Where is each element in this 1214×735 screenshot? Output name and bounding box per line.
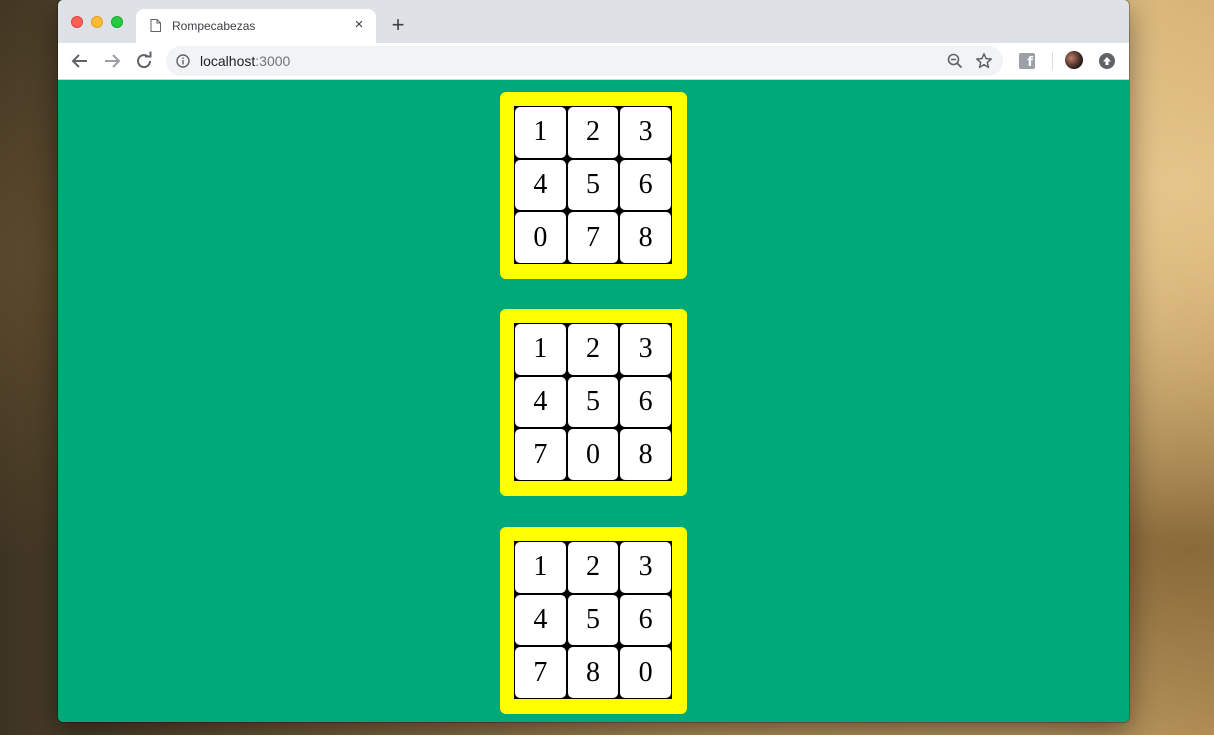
puzzle-tile[interactable]: 7 [515,647,566,698]
facebook-icon[interactable]: f [1019,53,1035,70]
browser-window: Rompecabezas × + localhost:3000 f 1 2 3 … [58,0,1129,722]
puzzle-tile[interactable]: 1 [515,542,566,593]
url-host: localhost [200,53,256,69]
minimize-window-button[interactable] [91,16,103,28]
back-arrow-icon[interactable] [68,49,92,73]
reload-icon[interactable] [132,49,156,73]
puzzle-tile[interactable]: 8 [620,429,671,480]
page-icon [150,19,161,32]
puzzle-board-3: 1 2 3 4 5 6 7 8 0 [500,527,687,714]
address-bar[interactable]: localhost:3000 [166,46,1003,76]
toolbar-divider [1052,52,1053,70]
puzzle-tile[interactable]: 0 [515,212,566,263]
puzzle-tile[interactable]: 5 [567,594,619,646]
page-content: 1 2 3 4 5 6 0 7 8 1 2 3 4 5 6 7 0 8 1 2 … [58,80,1129,722]
puzzle-tile[interactable]: 1 [515,324,566,375]
puzzle-tile[interactable]: 7 [567,212,619,263]
puzzle-tile[interactable]: 2 [567,107,619,158]
puzzle-tile[interactable]: 6 [620,159,671,211]
puzzle-tile[interactable]: 8 [567,647,619,698]
tab-rompecabezas[interactable]: Rompecabezas × [136,9,376,43]
puzzle-tile[interactable]: 2 [567,542,619,593]
puzzle-grid: 1 2 3 4 5 6 0 7 8 [514,106,672,264]
puzzle-tile[interactable]: 3 [620,542,671,593]
puzzle-board-1: 1 2 3 4 5 6 0 7 8 [500,92,687,279]
update-icon[interactable] [1099,53,1115,69]
forward-arrow-icon[interactable] [100,49,124,73]
maximize-window-button[interactable] [111,16,123,28]
info-icon[interactable] [176,54,190,68]
url-port: :3000 [255,53,291,69]
puzzle-tile[interactable]: 0 [567,429,619,480]
puzzle-tile[interactable]: 6 [620,594,671,646]
close-window-button[interactable] [71,16,83,28]
zoom-out-icon[interactable] [947,53,963,69]
puzzle-tile[interactable]: 0 [620,647,671,698]
puzzle-tile[interactable]: 2 [567,324,619,375]
puzzle-tile[interactable]: 4 [515,376,566,428]
tab-title: Rompecabezas [172,19,256,33]
puzzle-grid: 1 2 3 4 5 6 7 0 8 [514,323,672,481]
url-text[interactable]: localhost:3000 [200,53,290,69]
puzzle-grid: 1 2 3 4 5 6 7 8 0 [514,541,672,699]
star-icon[interactable] [975,52,993,70]
puzzle-tile[interactable]: 3 [620,324,671,375]
puzzle-tile[interactable]: 1 [515,107,566,158]
puzzle-tile[interactable]: 6 [620,376,671,428]
profile-avatar[interactable] [1065,51,1083,69]
puzzle-tile[interactable]: 3 [620,107,671,158]
browser-toolbar: localhost:3000 f [58,43,1129,80]
puzzle-tile[interactable]: 5 [567,376,619,428]
tab-close-button[interactable]: × [350,16,368,34]
puzzle-tile[interactable]: 5 [567,159,619,211]
puzzle-tile[interactable]: 4 [515,159,566,211]
puzzle-board-2: 1 2 3 4 5 6 7 0 8 [500,309,687,496]
puzzle-tile[interactable]: 4 [515,594,566,646]
new-tab-button[interactable]: + [386,14,410,38]
puzzle-tile[interactable]: 7 [515,429,566,480]
tab-strip: Rompecabezas × + [58,0,1129,43]
puzzle-tile[interactable]: 8 [620,212,671,263]
